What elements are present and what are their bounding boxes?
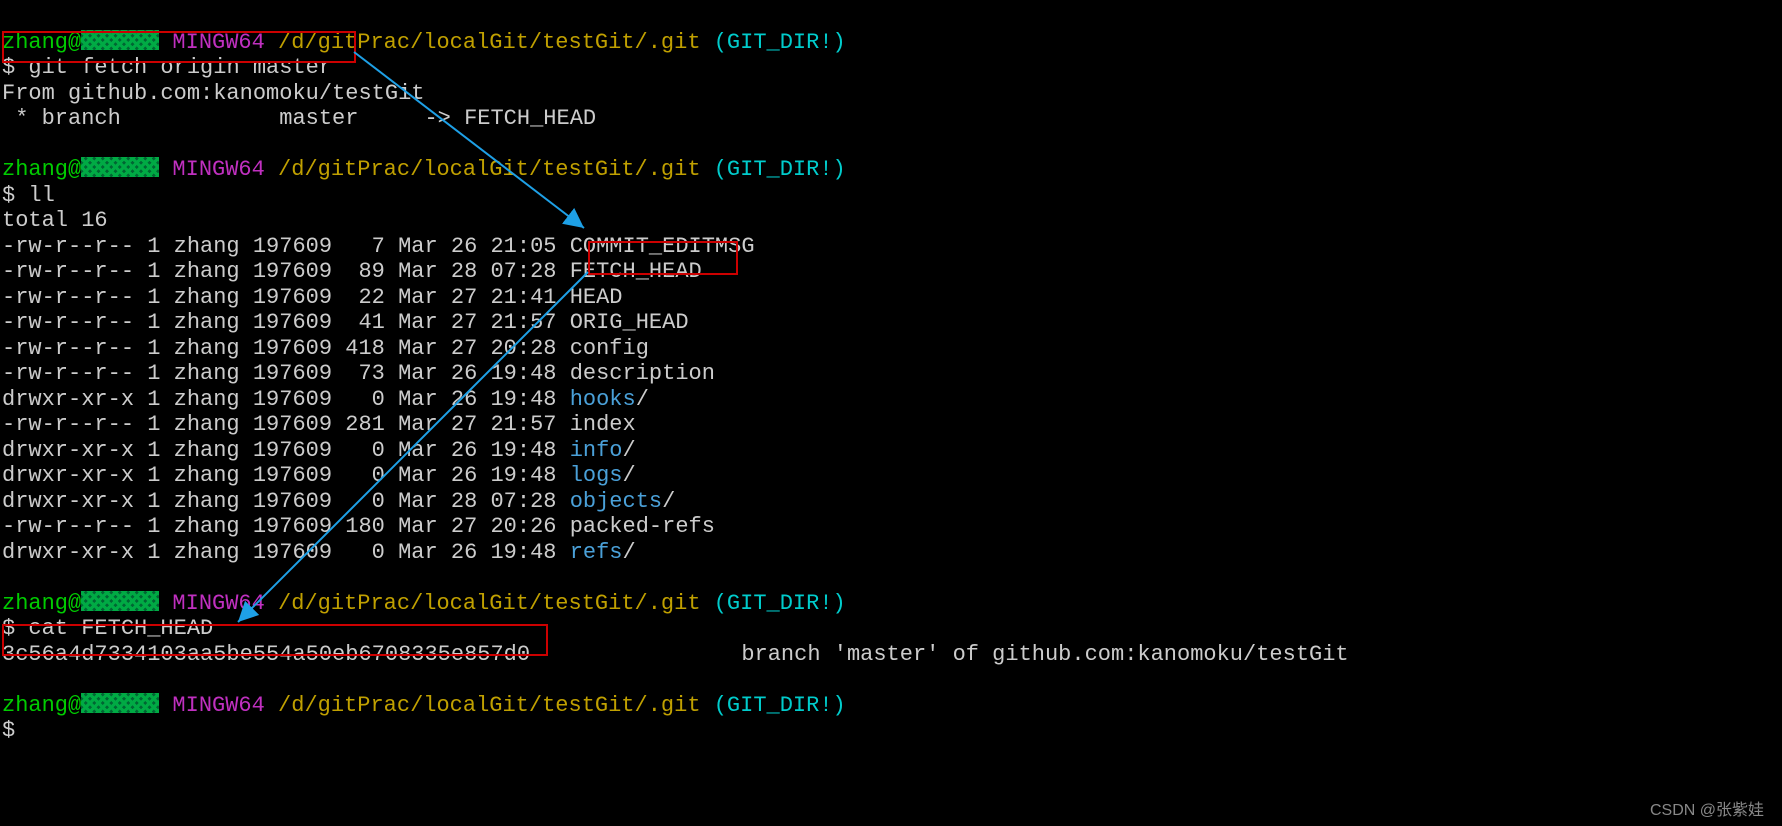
prompt-dollar: $	[2, 718, 15, 743]
ll-total: total 16	[2, 208, 108, 233]
mingw-label: MINGW64	[172, 157, 264, 182]
cwd-path: /d/gitPrac/localGit/testGit/.git	[278, 157, 700, 182]
fetch-head-hash: 3c56a4d7334103aa5be554a50eb6708335e857d0	[2, 642, 530, 667]
mingw-label: MINGW64	[172, 591, 264, 616]
cmd-cat: cat FETCH_HEAD	[28, 616, 213, 641]
cmd-git-fetch: git fetch origin master	[28, 55, 332, 80]
watermark: CSDN @张紫娃	[1650, 796, 1764, 820]
fetch-branch-line-pre: * branch master ->	[2, 106, 464, 131]
censored-host	[81, 30, 159, 50]
at-sign: @	[68, 693, 81, 718]
mingw-label: MINGW64	[172, 693, 264, 718]
censored-host	[81, 693, 159, 713]
prompt-dollar: $	[2, 183, 15, 208]
cwd-path: /d/gitPrac/localGit/testGit/.git	[278, 693, 700, 718]
git-dir-tag: (GIT_DIR!)	[714, 591, 846, 616]
prompt-user: zhang	[2, 591, 68, 616]
at-sign: @	[68, 30, 81, 55]
fetch-from-line: From github.com:kanomoku/testGit	[2, 81, 424, 106]
prompt-dollar: $	[2, 55, 15, 80]
censored-host	[81, 591, 159, 611]
git-dir-tag: (GIT_DIR!)	[714, 157, 846, 182]
prompt-dollar: $	[2, 616, 15, 641]
terminal-output[interactable]: zhang@ MINGW64 /d/gitPrac/localGit/testG…	[0, 0, 1782, 744]
fetch-head-rest: branch 'master' of github.com:kanomoku/t…	[741, 642, 1348, 667]
at-sign: @	[68, 157, 81, 182]
cmd-ll: ll	[28, 183, 54, 208]
prompt-user: zhang	[2, 157, 68, 182]
prompt-user: zhang	[2, 30, 68, 55]
censored-host	[81, 157, 159, 177]
at-sign: @	[68, 591, 81, 616]
git-dir-tag: (GIT_DIR!)	[714, 30, 846, 55]
prompt-user: zhang	[2, 693, 68, 718]
mingw-label: MINGW64	[172, 30, 264, 55]
ll-listing: -rw-r--r-- 1 zhang 197609 7 Mar 26 21:05…	[2, 234, 755, 565]
fetch-head-label: FETCH_HEAD	[464, 106, 596, 131]
cwd-path: /d/gitPrac/localGit/testGit/.git	[278, 30, 700, 55]
git-dir-tag: (GIT_DIR!)	[714, 693, 846, 718]
cwd-path: /d/gitPrac/localGit/testGit/.git	[278, 591, 700, 616]
